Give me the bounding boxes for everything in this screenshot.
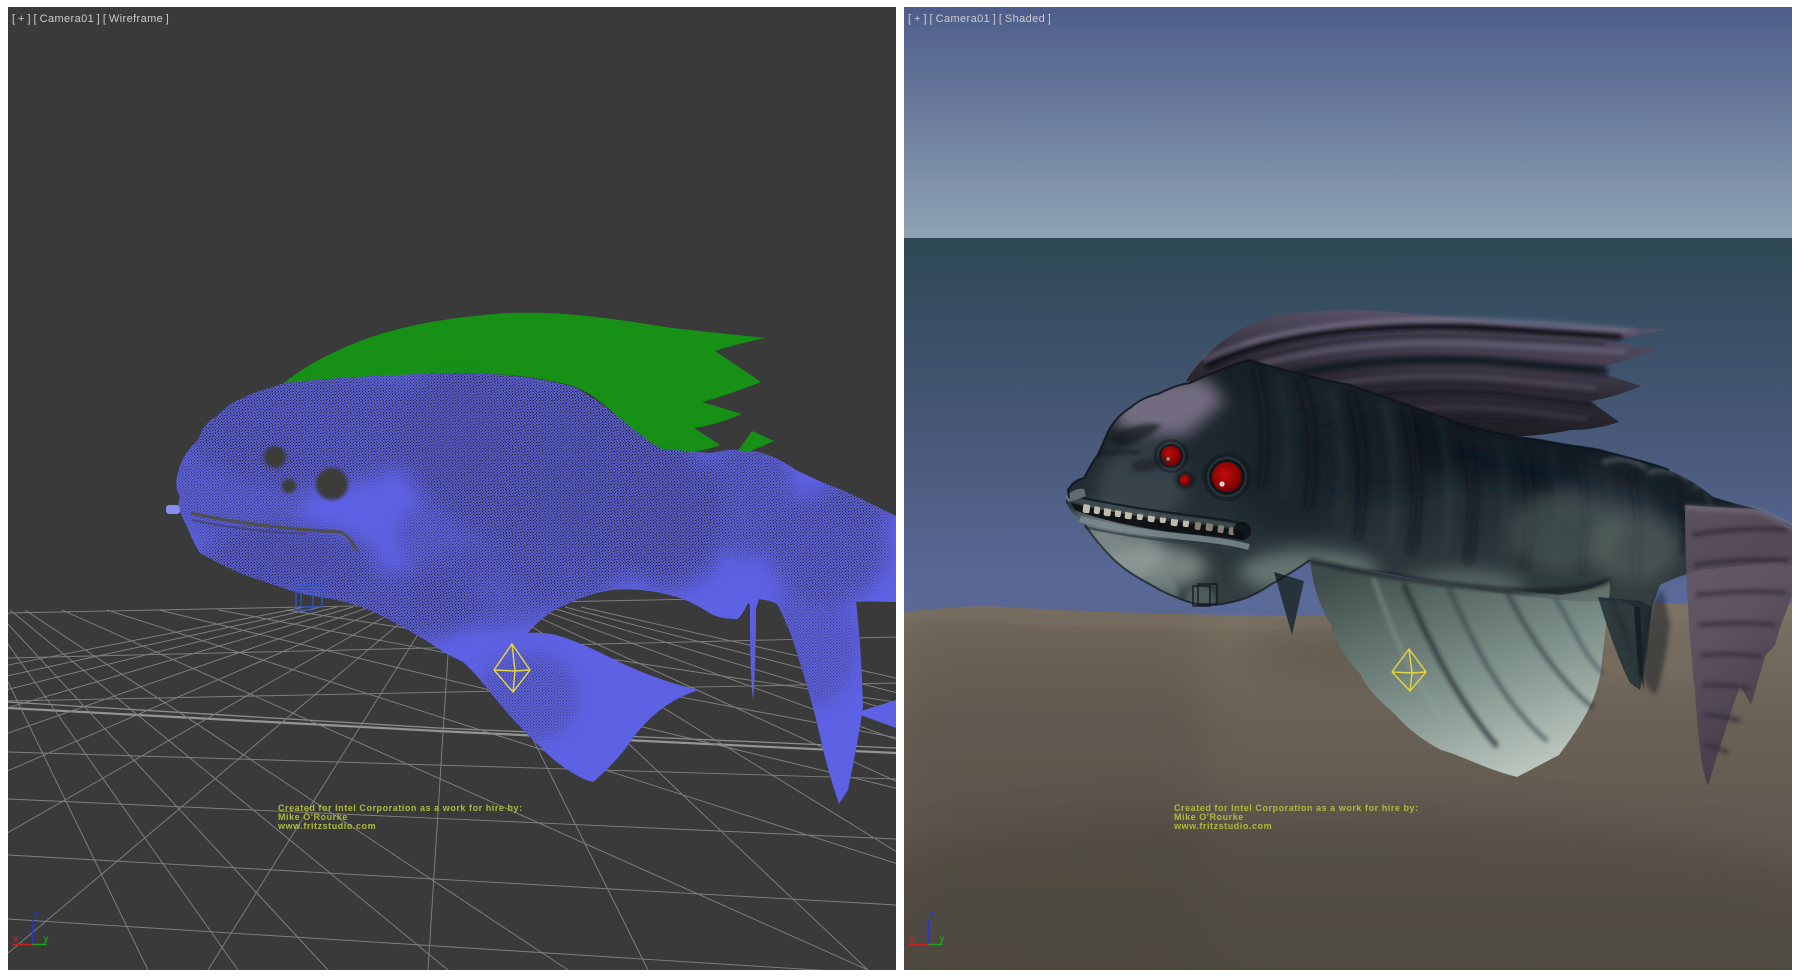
- svg-text:x: x: [14, 934, 19, 944]
- svg-text:y: y: [940, 934, 945, 944]
- svg-text:z: z: [34, 909, 39, 919]
- svg-text:y: y: [44, 934, 49, 944]
- svg-text:x: x: [910, 934, 915, 944]
- svg-text:z: z: [930, 909, 935, 919]
